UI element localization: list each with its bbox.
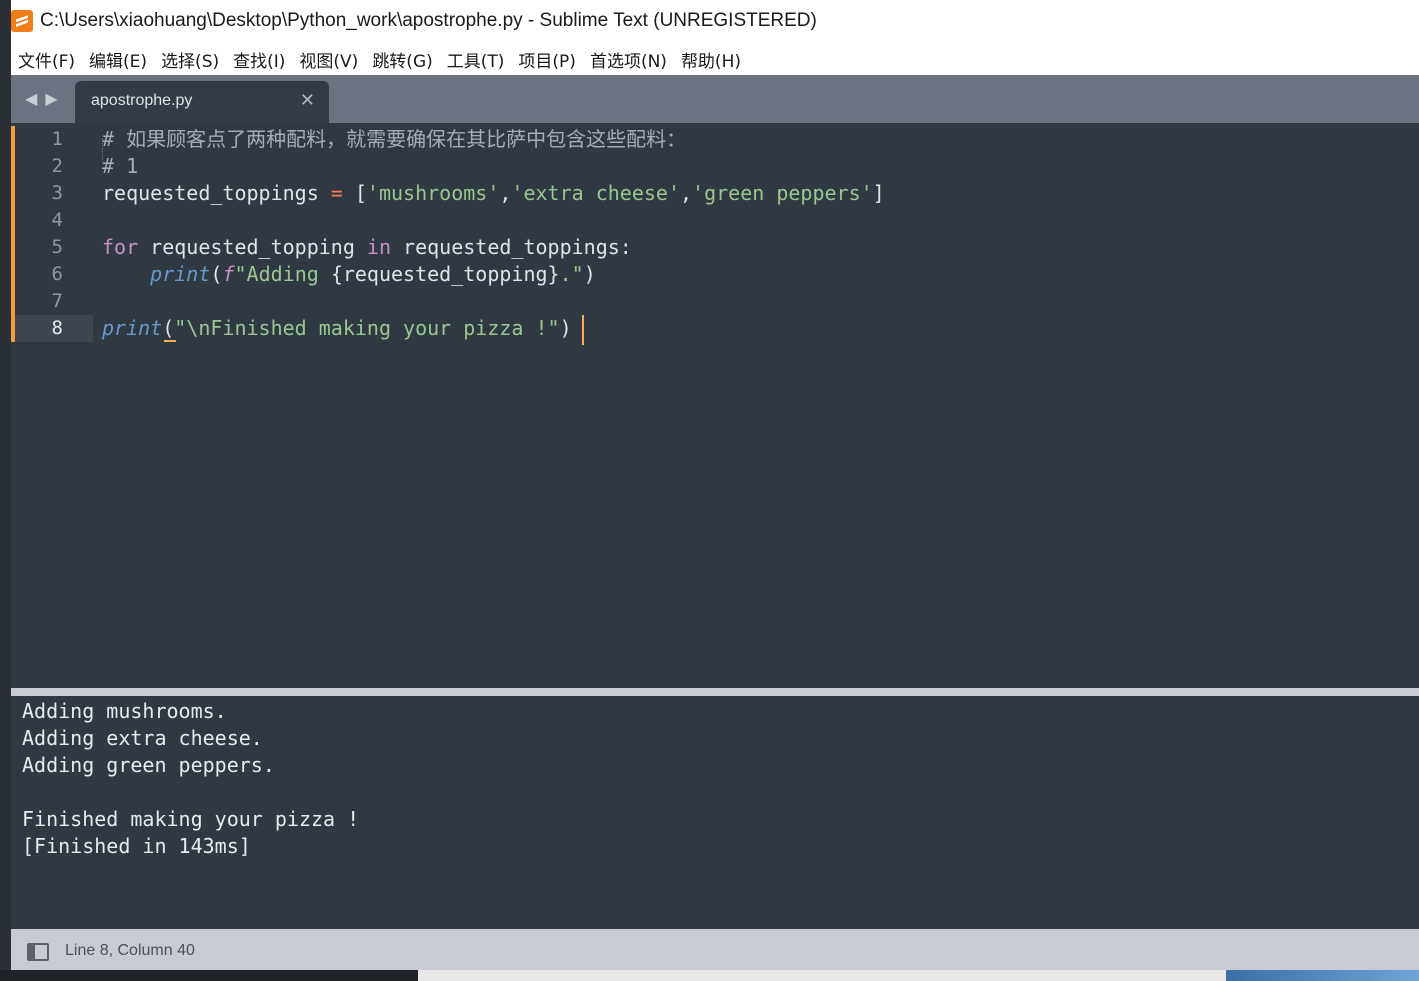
code-editor[interactable]: 1 2 3 4 5 6 7 8 # 如果顾客点了两种配料，就需要确保在其比萨中包… bbox=[11, 123, 1419, 688]
taskbar-light-area bbox=[418, 970, 1226, 981]
bracket-match-marker bbox=[164, 340, 176, 342]
line-number: 3 bbox=[51, 182, 63, 204]
line-number: 6 bbox=[51, 263, 63, 285]
tab-label: apostrophe.py bbox=[91, 92, 193, 109]
string: 'extra cheese' bbox=[511, 181, 680, 205]
output-line: Adding mushrooms. bbox=[22, 699, 227, 723]
output-line: Finished making your pizza ! bbox=[22, 807, 360, 831]
string: ." bbox=[559, 262, 584, 286]
menu-find[interactable]: 查找(I) bbox=[226, 47, 292, 72]
menu-help[interactable]: 帮助(H) bbox=[674, 47, 748, 72]
menu-goto[interactable]: 跳转(G) bbox=[365, 47, 439, 72]
paren: ) bbox=[583, 262, 596, 286]
paren: ) bbox=[559, 316, 572, 340]
identifier: requested_toppings: bbox=[391, 235, 632, 259]
code-area[interactable]: # 如果顾客点了两种配料，就需要确保在其比萨中包含这些配料： # 1 reque… bbox=[102, 126, 885, 342]
code-line-5: for requested_topping in requested_toppi… bbox=[102, 234, 885, 261]
menu-preferences[interactable]: 首选项(N) bbox=[583, 47, 674, 72]
output-line: Adding extra cheese. bbox=[22, 726, 263, 750]
tab-close-icon[interactable]: ✕ bbox=[300, 90, 315, 111]
paren: ( bbox=[162, 316, 175, 340]
function-name: print bbox=[150, 262, 211, 286]
comma: , bbox=[680, 181, 693, 205]
panel-toggle-icon[interactable] bbox=[27, 943, 49, 961]
comment: # 如果顾客点了两种配料，就需要确保在其比萨中包含这些配料： bbox=[102, 127, 687, 151]
taskbar-preview bbox=[1226, 970, 1419, 981]
string: "\nFinished making your pizza !" bbox=[174, 316, 560, 340]
string: "Adding bbox=[234, 262, 331, 286]
line-number: 4 bbox=[51, 209, 63, 231]
function-name: print bbox=[102, 316, 163, 340]
cursor-position: Line 8, Column 40 bbox=[65, 942, 195, 959]
menu-file[interactable]: 文件(F) bbox=[11, 47, 82, 72]
fstring-expression: {requested_topping} bbox=[330, 262, 560, 286]
bracket: ] bbox=[872, 181, 885, 205]
tab-nav: ◀ ▶ bbox=[25, 89, 58, 108]
panel-splitter[interactable] bbox=[11, 688, 1419, 696]
comment: # 1 bbox=[102, 154, 139, 178]
window-title: C:\Users\xiaohuang\Desktop\Python_work\a… bbox=[40, 10, 817, 31]
line-number: 1 bbox=[51, 128, 63, 150]
operator: = bbox=[330, 181, 343, 205]
indent-guide bbox=[102, 138, 103, 164]
code-line-1: # 如果顾客点了两种配料，就需要确保在其比萨中包含这些配料： bbox=[102, 126, 885, 153]
line-number-active: 8 bbox=[15, 315, 93, 342]
line-number: 2 bbox=[51, 155, 63, 177]
comma: , bbox=[499, 181, 512, 205]
bracket: [ bbox=[342, 181, 367, 205]
line-number-gutter: 1 2 3 4 5 6 7 8 bbox=[15, 126, 93, 342]
fstring-prefix: f bbox=[222, 262, 235, 286]
string: 'green peppers' bbox=[692, 181, 873, 205]
identifier: requested_topping bbox=[138, 235, 367, 259]
menu-edit[interactable]: 编辑(E) bbox=[82, 47, 154, 72]
left-desktop-strip bbox=[0, 0, 11, 981]
code-line-8: print("\nFinished making your pizza !") bbox=[102, 315, 885, 342]
menu-view[interactable]: 视图(V) bbox=[292, 47, 365, 72]
output-line: Adding green peppers. bbox=[22, 753, 275, 777]
menu-tools[interactable]: 工具(T) bbox=[440, 47, 512, 72]
tab-apostrophe-py[interactable]: apostrophe.py ✕ bbox=[75, 81, 329, 123]
string: 'mushrooms' bbox=[366, 181, 500, 205]
keyword: for bbox=[102, 235, 139, 259]
text-cursor bbox=[582, 315, 584, 345]
paren: ( bbox=[210, 262, 223, 286]
menu-bar: 文件(F) 编辑(E) 选择(S) 查找(I) 视图(V) 跳转(G) 工具(T… bbox=[11, 43, 1419, 75]
sublime-text-icon bbox=[11, 10, 33, 32]
menu-project[interactable]: 项目(P) bbox=[511, 47, 583, 72]
build-output-panel[interactable]: Adding mushrooms. Adding extra cheese. A… bbox=[11, 696, 1419, 929]
line-number: 5 bbox=[51, 236, 63, 258]
code-line-3: requested_toppings = ['mushrooms','extra… bbox=[102, 180, 885, 207]
code-line-2: # 1 bbox=[102, 153, 885, 180]
tab-bar: ◀ ▶ apostrophe.py ✕ bbox=[11, 75, 1419, 123]
identifier: requested_toppings bbox=[102, 181, 331, 205]
menu-selection[interactable]: 选择(S) bbox=[154, 47, 226, 72]
line-number: 7 bbox=[51, 290, 63, 312]
tab-nav-right-icon[interactable]: ▶ bbox=[45, 89, 57, 108]
tab-nav-left-icon[interactable]: ◀ bbox=[25, 89, 37, 108]
build-output: Adding mushrooms. Adding extra cheese. A… bbox=[22, 698, 359, 860]
code-line-6: print(f"Adding {requested_topping}.") bbox=[102, 261, 885, 288]
status-bar: Line 8, Column 40 bbox=[11, 929, 1419, 970]
keyword: in bbox=[366, 235, 391, 259]
output-line: [Finished in 143ms] bbox=[22, 834, 251, 858]
